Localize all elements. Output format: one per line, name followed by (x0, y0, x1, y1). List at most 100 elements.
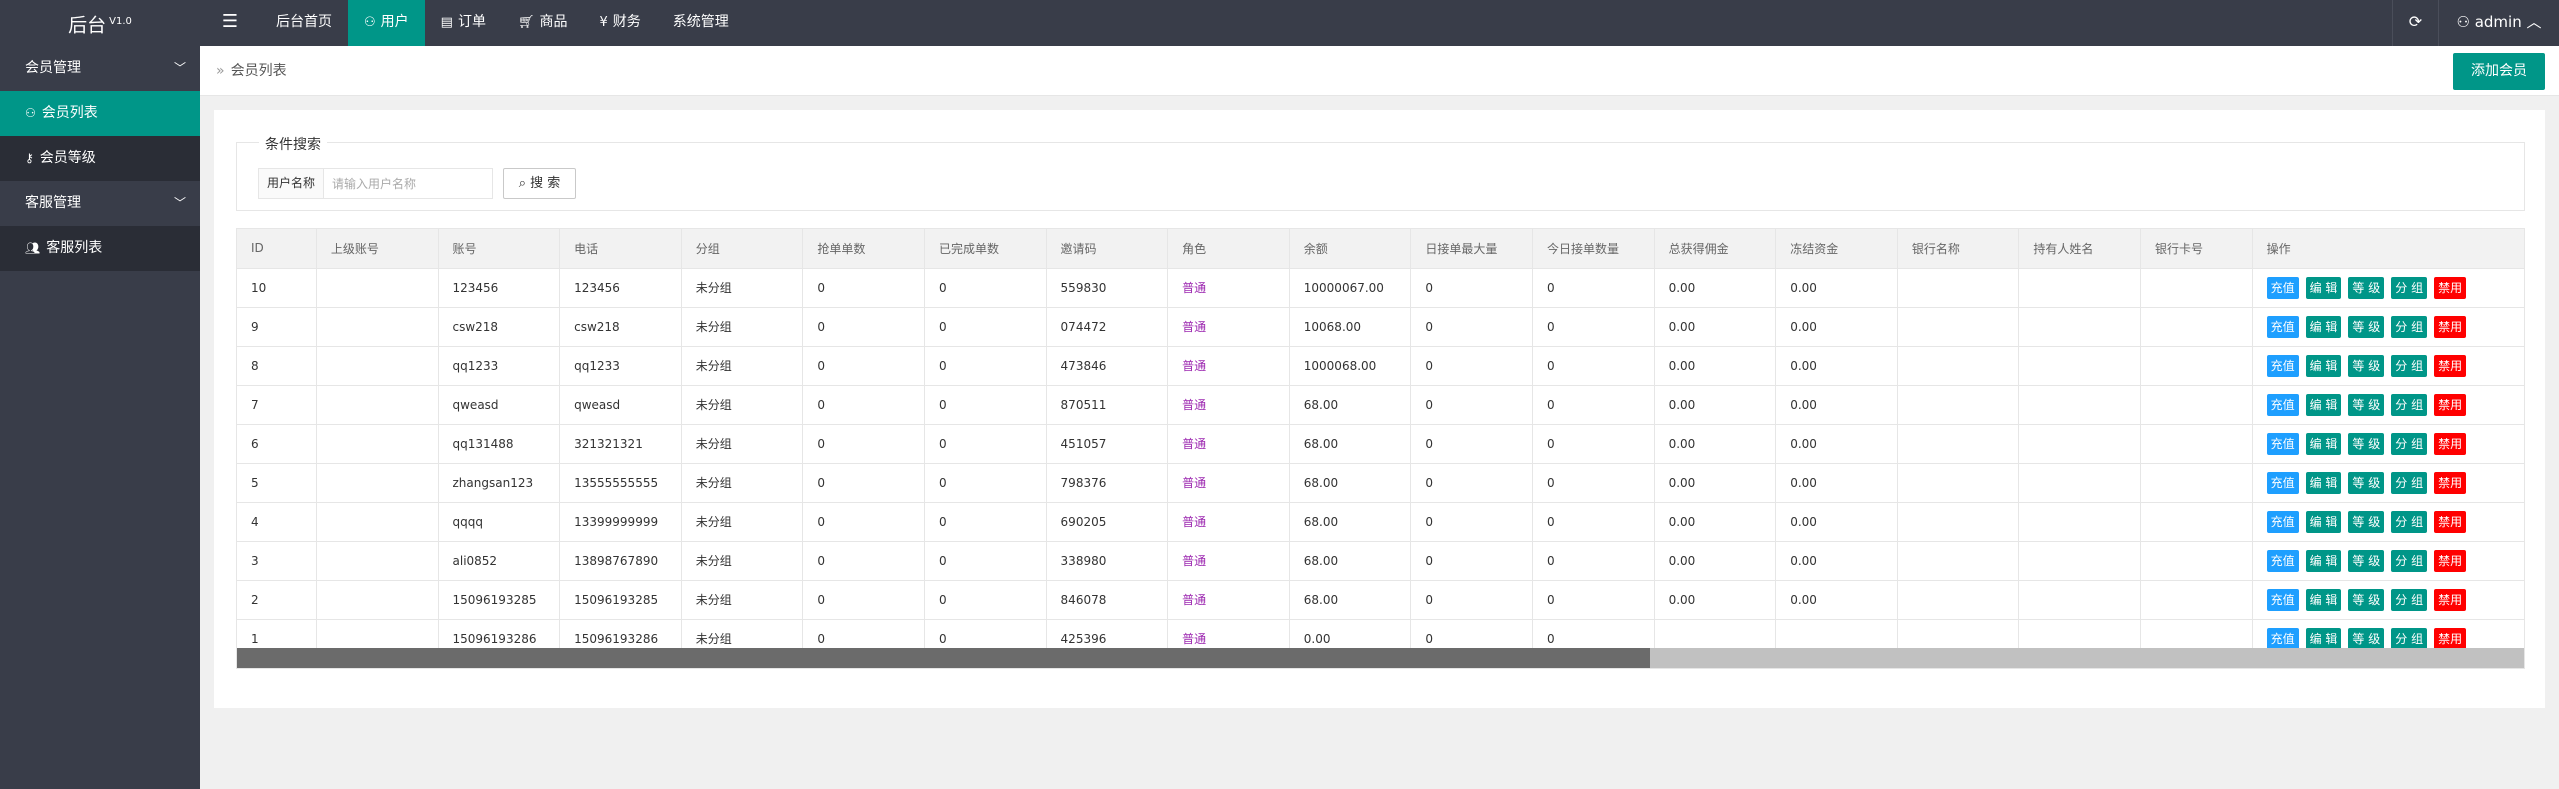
group-button[interactable]: 分 组 (2391, 315, 2428, 338)
level-button[interactable]: 等 级 (2348, 588, 2385, 611)
recharge-button[interactable]: 充值 (2266, 471, 2299, 494)
admin-username: admin (2474, 13, 2522, 31)
disable-button[interactable]: 禁用 (2434, 432, 2467, 455)
level-button[interactable]: 等 级 (2348, 276, 2385, 299)
recharge-button[interactable]: 充值 (2266, 315, 2299, 338)
table-cell: csw218 (438, 307, 561, 347)
edit-button[interactable]: 编 辑 (2305, 588, 2342, 611)
scrollbar-thumb[interactable] (237, 648, 1650, 668)
edit-button[interactable]: 编 辑 (2305, 549, 2342, 572)
disable-button[interactable]: 禁用 (2434, 510, 2467, 533)
disable-button[interactable]: 禁用 (2434, 276, 2467, 299)
disable-button[interactable]: 禁用 (2434, 354, 2467, 377)
level-button[interactable]: 等 级 (2348, 354, 2385, 377)
recharge-button[interactable]: 充值 (2266, 588, 2299, 611)
admin-menu[interactable]: ⚇ admin ︿ (2438, 0, 2559, 46)
recharge-button[interactable]: 充值 (2266, 627, 2299, 650)
topnav-item-2[interactable]: ▤ 订单 (425, 0, 502, 46)
disable-button[interactable]: 禁用 (2434, 588, 2467, 611)
table-cell: 0 (1532, 502, 1655, 542)
sidebar-group-1[interactable]: 客服管理 ﹀ (0, 181, 200, 226)
topnav-item-4[interactable]: ¥ 财务 (583, 0, 656, 46)
table-cell: zhangsan123 (438, 463, 561, 503)
recharge-button[interactable]: 充值 (2266, 276, 2299, 299)
disable-button[interactable]: 禁用 (2434, 315, 2467, 338)
table-row: 5 zhangsan123 13555555555 未分组 0 0 798376 普通 68.0… (237, 463, 2524, 503)
column-header: ID (237, 229, 317, 269)
level-button[interactable]: 等 级 (2348, 393, 2385, 416)
group-button[interactable]: 分 组 (2391, 627, 2428, 650)
table-cell (1897, 346, 2020, 386)
recharge-button[interactable]: 充值 (2266, 393, 2299, 416)
sidebar-item-1-0[interactable]: 👥︎ 客服列表 (0, 226, 200, 271)
table-cell: qq131488 (438, 424, 561, 464)
edit-button[interactable]: 编 辑 (2305, 276, 2342, 299)
disable-button[interactable]: 禁用 (2434, 471, 2467, 494)
group-button[interactable]: 分 组 (2391, 549, 2428, 572)
table-cell: 0 (1410, 463, 1533, 503)
menu-toggle-icon[interactable]: ☰ (205, 0, 255, 46)
sidebar-item-0-1[interactable]: ⚷ 会员等级 (0, 136, 200, 181)
recharge-button[interactable]: 充值 (2266, 549, 2299, 572)
horizontal-scrollbar[interactable] (237, 648, 2524, 668)
app-logo[interactable]: 后台 V1.0 (0, 0, 200, 46)
topnav-item-3[interactable]: 🛒︎ 商品 (502, 0, 584, 46)
column-header: 余额 (1289, 229, 1412, 269)
table-cell: 1000068.00 (1289, 346, 1412, 386)
document-icon: ▤ (440, 15, 453, 30)
table-cell (2140, 463, 2253, 503)
edit-button[interactable]: 编 辑 (2305, 315, 2342, 338)
username-search-input[interactable] (323, 168, 493, 199)
add-member-button[interactable]: 添加会员 (2453, 53, 2545, 90)
edit-button[interactable]: 编 辑 (2305, 354, 2342, 377)
recharge-button[interactable]: 充值 (2266, 510, 2299, 533)
search-button[interactable]: ⌕ 搜 索 (503, 168, 576, 199)
table-cell: 0 (1410, 346, 1533, 386)
group-button[interactable]: 分 组 (2391, 588, 2428, 611)
group-button[interactable]: 分 组 (2391, 510, 2428, 533)
sidebar-group-0[interactable]: 会员管理 ﹀ (0, 46, 200, 91)
level-button[interactable]: 等 级 (2348, 432, 2385, 455)
breadcrumb-current[interactable]: 会员列表 (231, 63, 287, 79)
table-cell: 0 (1532, 580, 1655, 620)
group-button[interactable]: 分 组 (2391, 393, 2428, 416)
table-cell: 0.00 (1654, 580, 1777, 620)
level-button[interactable]: 等 级 (2348, 471, 2385, 494)
edit-button[interactable]: 编 辑 (2305, 432, 2342, 455)
edit-button[interactable]: 编 辑 (2305, 393, 2342, 416)
topnav-label: 商品 (539, 14, 568, 30)
recharge-button[interactable]: 充值 (2266, 354, 2299, 377)
level-button[interactable]: 等 级 (2348, 549, 2385, 572)
table-row: 9 csw218 csw218 未分组 0 0 074472 普通 10068.00 0 0 0.00… (237, 307, 2524, 347)
edit-button[interactable]: 编 辑 (2305, 471, 2342, 494)
table-cell: 0 (802, 580, 925, 620)
topnav-item-0[interactable]: 后台首页 (260, 0, 348, 46)
level-button[interactable]: 等 级 (2348, 315, 2385, 338)
table-cell (2018, 541, 2142, 581)
column-header: 邀请码 (1046, 229, 1169, 269)
edit-button[interactable]: 编 辑 (2305, 627, 2342, 650)
topnav-item-1[interactable]: ⚇ 用户 (348, 0, 425, 46)
table-cell: 870511 (1046, 385, 1169, 425)
table-cell: csw218 (559, 307, 682, 347)
group-button[interactable]: 分 组 (2391, 432, 2428, 455)
disable-button[interactable]: 禁用 (2434, 627, 2467, 650)
refresh-icon[interactable]: ⟳ (2392, 0, 2438, 46)
table-cell: 0 (924, 268, 1047, 308)
group-button[interactable]: 分 组 (2391, 471, 2428, 494)
topnav-item-5[interactable]: 系统管理 (657, 0, 745, 46)
sidebar-item-0-0[interactable]: ⚇ 会员列表 (0, 91, 200, 136)
table-cell: 0 (1410, 307, 1533, 347)
table-cell: 10068.00 (1289, 307, 1412, 347)
level-button[interactable]: 等 级 (2348, 510, 2385, 533)
level-button[interactable]: 等 级 (2348, 627, 2385, 650)
disable-button[interactable]: 禁用 (2434, 549, 2467, 572)
table-cell: 0 (924, 424, 1047, 464)
group-button[interactable]: 分 组 (2391, 354, 2428, 377)
table-cell: 普通 (1167, 307, 1290, 347)
chevron-down-icon: ﹀ (173, 196, 186, 210)
edit-button[interactable]: 编 辑 (2305, 510, 2342, 533)
disable-button[interactable]: 禁用 (2434, 393, 2467, 416)
group-button[interactable]: 分 组 (2391, 276, 2428, 299)
recharge-button[interactable]: 充值 (2266, 432, 2299, 455)
